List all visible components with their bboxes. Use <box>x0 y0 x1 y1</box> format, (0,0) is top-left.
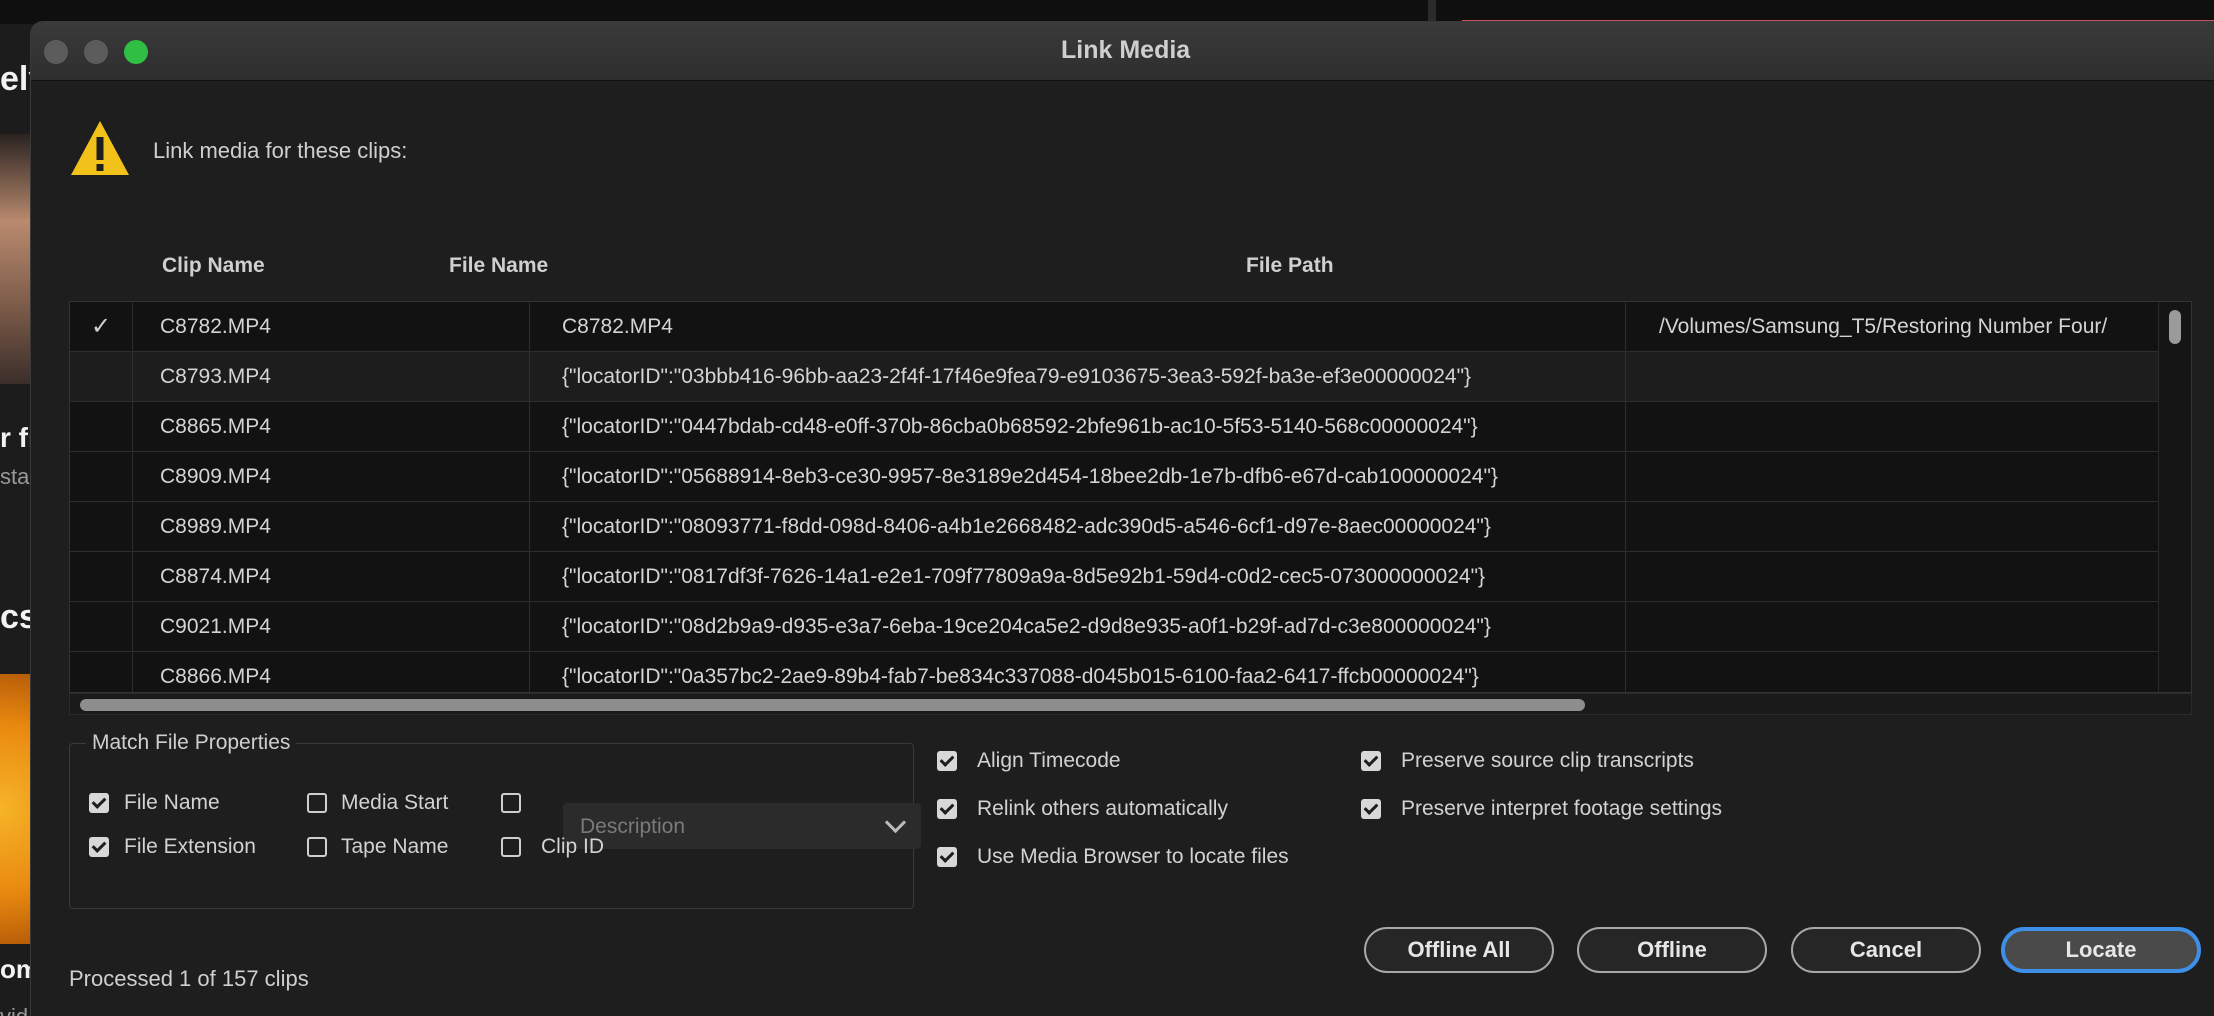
table-body: ✓ C8782.MP4 C8782.MP4 /Volumes/Samsung_T… <box>69 301 2192 693</box>
row-check-cell <box>70 602 133 651</box>
table-row[interactable]: C8865.MP4 {"locatorID":"0447bdab-cd48-e0… <box>70 402 2191 452</box>
media-start-checkbox[interactable] <box>307 793 327 813</box>
clips-table: Clip Name File Name File Path ✓ C8782.MP… <box>69 228 2192 716</box>
cancel-button[interactable]: Cancel <box>1791 927 1981 973</box>
preserve-interpret-checkbox[interactable] <box>1361 799 1381 819</box>
processed-status: Processed 1 of 157 clips <box>69 966 309 991</box>
horizontal-scrollbar-thumb[interactable] <box>80 699 1585 711</box>
background-text-fragment: sta <box>0 464 30 489</box>
column-header-file-name[interactable]: File Name <box>449 254 548 278</box>
preserve-transcripts-checkbox[interactable] <box>1361 751 1381 771</box>
file-path-cell <box>1626 602 2136 651</box>
row-check-cell <box>70 452 133 501</box>
preserve-transcripts-label[interactable]: Preserve source clip transcripts <box>1401 749 1694 773</box>
dialog-title: Link Media <box>1061 36 1191 64</box>
clip-name-cell: C8793.MP4 <box>132 352 530 401</box>
row-check-cell <box>70 652 133 692</box>
clip-name-cell: C8782.MP4 <box>132 302 530 351</box>
file-extension-checkbox[interactable] <box>89 837 109 857</box>
background-text-fragment: r fi <box>0 422 30 453</box>
file-name-cell: C8782.MP4 <box>530 302 1626 351</box>
use-media-browser-label[interactable]: Use Media Browser to locate files <box>977 845 1289 869</box>
table-row[interactable]: C8793.MP4 {"locatorID":"03bbb416-96bb-aa… <box>70 352 2191 402</box>
row-checkmark-icon: ✓ <box>70 302 133 351</box>
row-check-cell <box>70 402 133 451</box>
file-path-cell: /Volumes/Samsung_T5/Restoring Number Fou… <box>1659 315 2108 338</box>
vertical-scrollbar[interactable] <box>2158 302 2191 692</box>
background-thumbnail-person <box>0 134 30 384</box>
description-checkbox[interactable] <box>501 793 521 813</box>
offline-button[interactable]: Offline <box>1577 927 1767 973</box>
clip-name-cell: C8909.MP4 <box>132 452 530 501</box>
preserve-interpret-label[interactable]: Preserve interpret footage settings <box>1401 797 1722 821</box>
clip-name-cell: C8874.MP4 <box>132 552 530 601</box>
file-path-cell <box>1626 402 2136 451</box>
file-name-cell: {"locatorID":"05688914-8eb3-ce30-9957-8e… <box>530 452 1626 501</box>
file-name-cell: {"locatorID":"03bbb416-96bb-aa23-2f4f-17… <box>530 352 1626 401</box>
use-media-browser-checkbox[interactable] <box>937 847 957 867</box>
warning-icon <box>71 121 129 175</box>
clip-name-cell: C8865.MP4 <box>132 402 530 451</box>
tape-name-label[interactable]: Tape Name <box>341 835 448 859</box>
relink-others-checkbox[interactable] <box>937 799 957 819</box>
file-name-cell: {"locatorID":"08093771-f8dd-098d-8406-a4… <box>530 502 1626 551</box>
align-timecode-label[interactable]: Align Timecode <box>977 749 1121 773</box>
clip-name-cell: C8866.MP4 <box>132 652 530 692</box>
clip-id-checkbox[interactable] <box>501 837 521 857</box>
media-start-label[interactable]: Media Start <box>341 791 448 815</box>
file-extension-label[interactable]: File Extension <box>124 835 256 859</box>
dialog-titlebar[interactable]: Link Media <box>31 22 2214 81</box>
background-text-fragment: cs <box>0 598 30 636</box>
chevron-down-icon <box>884 811 907 834</box>
file-path-cell <box>1626 352 2136 401</box>
file-name-label[interactable]: File Name <box>124 791 220 815</box>
align-timecode-checkbox[interactable] <box>937 751 957 771</box>
clip-name-cell: C9021.MP4 <box>132 602 530 651</box>
file-name-cell: {"locatorID":"0a357bc2-2ae9-89b4-fab7-be… <box>530 652 1626 692</box>
tape-name-checkbox[interactable] <box>307 837 327 857</box>
column-header-clip-name[interactable]: Clip Name <box>162 254 265 278</box>
background-heading-fragment: ely <box>0 60 30 98</box>
file-path-cell <box>1626 652 2136 692</box>
file-path-cell <box>1626 552 2136 601</box>
table-row[interactable]: C8909.MP4 {"locatorID":"05688914-8eb3-ce… <box>70 452 2191 502</box>
horizontal-scrollbar[interactable] <box>69 693 2192 715</box>
link-media-dialog: Link Media Link media for these clips: C… <box>31 22 2214 1016</box>
clip-id-label[interactable]: Clip ID <box>541 835 604 859</box>
locate-button[interactable]: Locate <box>2001 927 2201 973</box>
column-header-file-path[interactable]: File Path <box>1246 254 1334 278</box>
file-name-cell: {"locatorID":"0817df3f-7626-14a1-e2e1-70… <box>530 552 1626 601</box>
table-row[interactable]: C8866.MP4 {"locatorID":"0a357bc2-2ae9-89… <box>70 652 2191 692</box>
background-divider <box>1428 0 1436 24</box>
file-path-cell <box>1626 502 2136 551</box>
row-check-cell <box>70 502 133 551</box>
background-text-fragment: vid <box>0 1004 28 1016</box>
table-row[interactable]: ✓ C8782.MP4 C8782.MP4 /Volumes/Samsung_T… <box>70 302 2191 352</box>
file-path-cell <box>1626 452 2136 501</box>
relink-others-label[interactable]: Relink others automatically <box>977 797 1228 821</box>
background-thumbnail-orange <box>0 674 30 944</box>
file-name-cell: {"locatorID":"08d2b9a9-d935-e3a7-6eba-19… <box>530 602 1626 651</box>
background-text-fragment: om <box>0 954 30 984</box>
row-check-cell <box>70 352 133 401</box>
table-row[interactable]: C8989.MP4 {"locatorID":"08093771-f8dd-09… <box>70 502 2191 552</box>
vertical-scrollbar-thumb[interactable] <box>2169 310 2181 344</box>
dialog-prompt: Link media for these clips: <box>153 138 408 163</box>
table-row[interactable]: C9021.MP4 {"locatorID":"08d2b9a9-d935-e3… <box>70 602 2191 652</box>
table-row[interactable]: C8874.MP4 {"locatorID":"0817df3f-7626-14… <box>70 552 2191 602</box>
row-check-cell <box>70 552 133 601</box>
file-name-checkbox[interactable] <box>89 793 109 813</box>
clip-name-cell: C8989.MP4 <box>132 502 530 551</box>
file-name-cell: {"locatorID":"0447bdab-cd48-e0ff-370b-86… <box>530 402 1626 451</box>
description-dropdown[interactable]: Description <box>563 803 921 849</box>
match-file-properties-legend: Match File Properties <box>86 731 297 755</box>
offline-all-button[interactable]: Offline All <box>1364 927 1554 973</box>
background-left-column: ely r fi sta cs om vid <box>0 24 30 1016</box>
